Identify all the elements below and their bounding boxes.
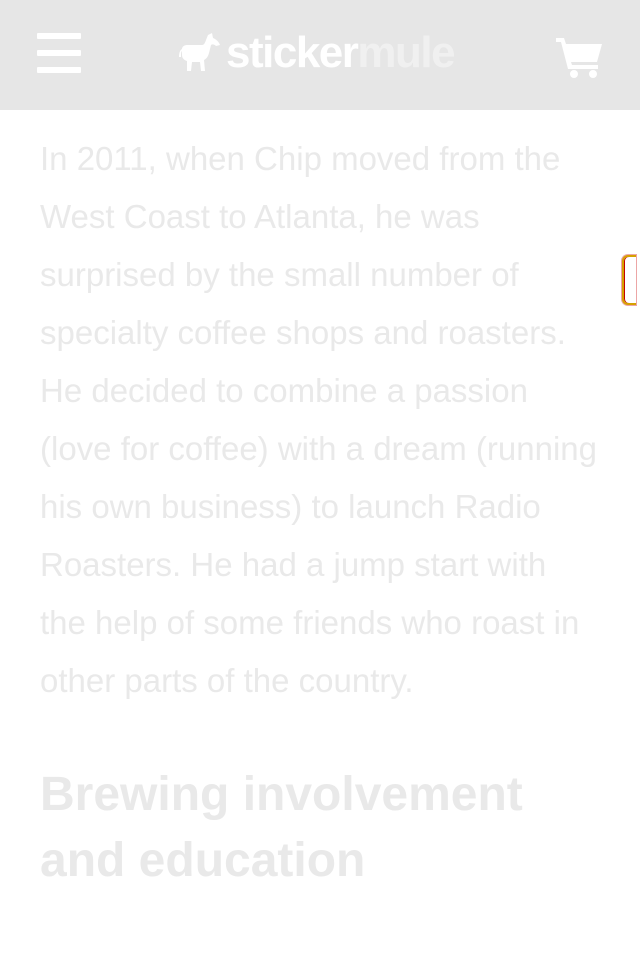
logo-text-mule: mule — [357, 28, 455, 77]
sticker-mule-logo[interactable]: stickermule — [178, 28, 456, 77]
mule-icon — [179, 33, 220, 71]
section-heading: Brewing involvement and education — [40, 768, 523, 887]
side-scroll-indicator[interactable] — [622, 255, 636, 305]
shopping-cart-icon[interactable] — [556, 36, 604, 78]
hamburger-menu-icon[interactable] — [37, 33, 81, 73]
article-content: In 2011, when Chip moved from the West C… — [40, 130, 600, 894]
logo-text-sticker: sticker — [226, 28, 359, 77]
article-paragraph: In 2011, when Chip moved from the West C… — [40, 140, 597, 699]
site-header: stickermule — [0, 0, 640, 110]
